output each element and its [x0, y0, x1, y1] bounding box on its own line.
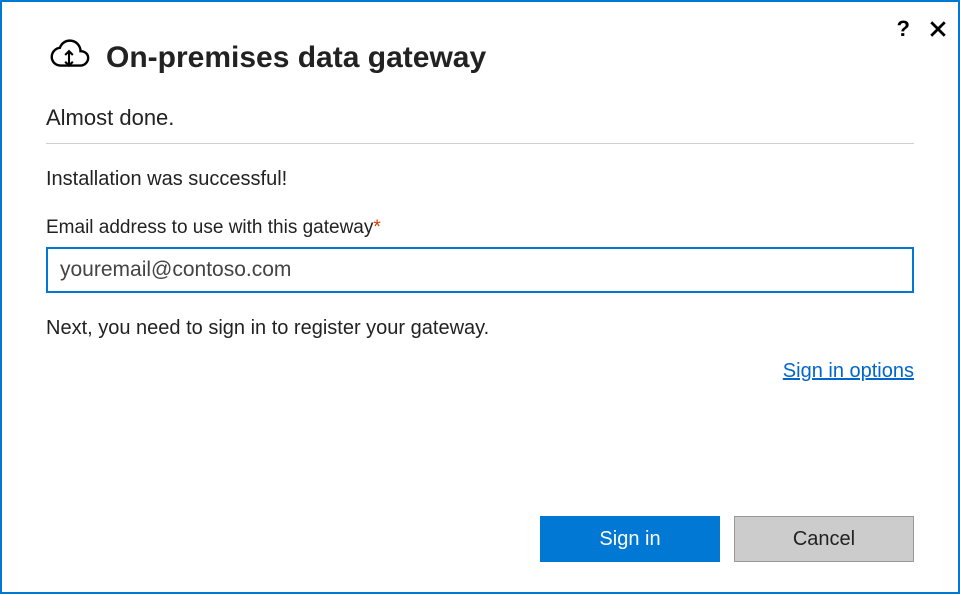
email-field[interactable] [46, 247, 914, 293]
signin-options-link[interactable]: Sign in options [783, 360, 914, 382]
dialog-body: Installation was successful! Email addre… [2, 144, 958, 340]
signin-options-row: Sign in options [2, 340, 958, 383]
dialog-header: On-premises data gateway [2, 2, 958, 83]
cancel-button[interactable]: Cancel [734, 516, 914, 562]
titlebar-controls: ? [897, 16, 948, 42]
cloud-sync-icon [46, 32, 92, 83]
gateway-dialog: ? On-premises data gateway Almost done. … [0, 0, 960, 594]
dialog-subtitle: Almost done. [2, 83, 958, 143]
help-icon[interactable]: ? [897, 16, 910, 42]
dialog-footer: Sign in Cancel [540, 516, 914, 562]
signin-button[interactable]: Sign in [540, 516, 720, 562]
email-label-text: Email address to use with this gateway [46, 217, 373, 238]
next-step-message: Next, you need to sign in to register yo… [46, 317, 914, 340]
dialog-title: On-premises data gateway [106, 41, 486, 75]
close-icon[interactable] [928, 19, 948, 39]
installation-success-message: Installation was successful! [46, 168, 914, 191]
email-field-label: Email address to use with this gateway* [46, 217, 914, 239]
required-indicator: * [373, 217, 380, 238]
